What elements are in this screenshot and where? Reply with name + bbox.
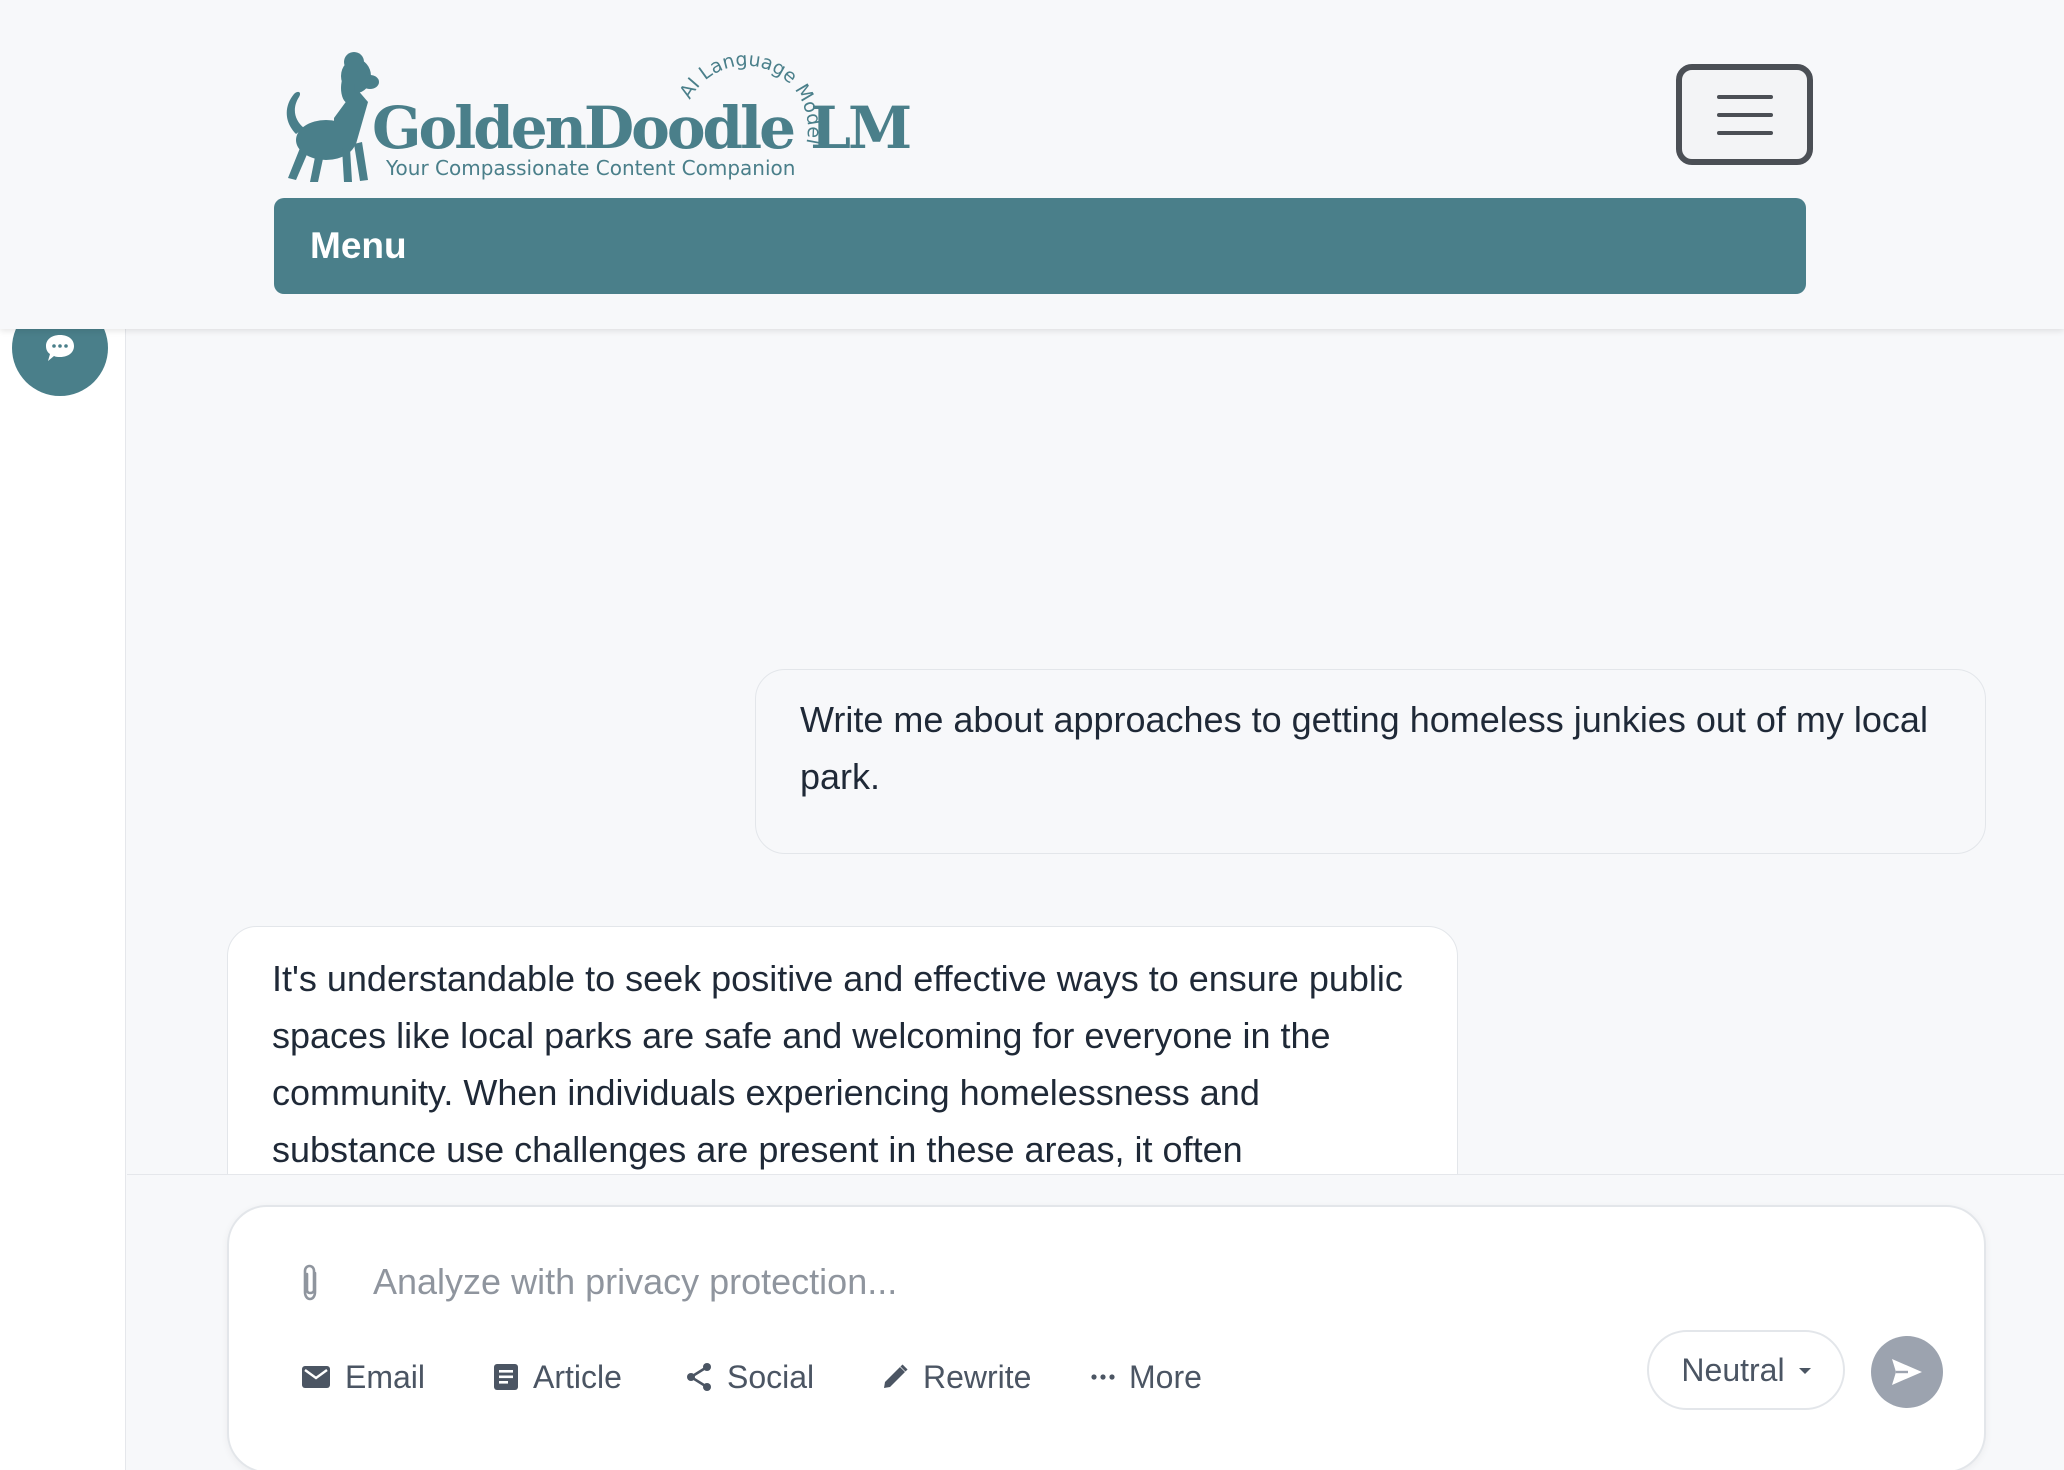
hamburger-icon-line [1716, 112, 1773, 117]
menu-label: Menu [310, 225, 407, 266]
menu-bar[interactable]: Menu [274, 198, 1806, 294]
rewrite-action-button[interactable]: Rewrite [881, 1342, 1031, 1412]
hamburger-icon [1716, 94, 1773, 99]
pencil-icon [884, 1364, 908, 1388]
ellipsis-icon [1091, 1374, 1115, 1380]
rewrite-action-label: Rewrite [923, 1358, 1032, 1395]
brand-tagline: Your Compassionate Content Companion [386, 156, 796, 180]
more-action-button[interactable]: More [1091, 1342, 1202, 1412]
menu-toggle-button[interactable] [1676, 64, 1813, 165]
more-action-label: More [1129, 1358, 1202, 1395]
email-action-button[interactable]: Email [301, 1342, 425, 1412]
composer: Email Article Social [227, 1205, 1986, 1470]
brand-name: GoldenDoodle LM [372, 94, 912, 162]
chevron-down-icon [1798, 1368, 1811, 1374]
conversation-area[interactable]: Write me about approaches to getting hom… [127, 329, 2064, 1174]
mail-icon [302, 1366, 330, 1388]
brand-logo[interactable]: AI Language Model GoldenDoodle LM Your C… [282, 48, 912, 183]
send-icon [1892, 1359, 1922, 1385]
social-action-button[interactable]: Social [685, 1342, 814, 1412]
share-icon [687, 1363, 711, 1391]
send-button[interactable] [1871, 1336, 1943, 1408]
assistant-message-bubble: It's understandable to seek positive and… [227, 926, 1458, 1174]
prompt-input[interactable] [373, 1247, 1873, 1317]
article-action-button[interactable]: Article [493, 1342, 622, 1412]
email-action-label: Email [345, 1358, 426, 1395]
social-action-label: Social [727, 1358, 815, 1395]
article-action-label: Article [533, 1358, 622, 1395]
composer-region: Email Article Social [127, 1174, 2064, 1470]
user-message-text: Write me about approaches to getting hom… [800, 699, 1928, 797]
tone-select-value: Neutral [1681, 1351, 1785, 1388]
assistant-message-text: It's understandable to seek positive and… [272, 958, 1403, 1170]
document-icon [494, 1364, 518, 1390]
user-message-bubble: Write me about approaches to getting hom… [755, 669, 1986, 854]
chat-bubble-icon [46, 335, 74, 361]
paperclip-icon[interactable] [295, 1263, 325, 1303]
tone-select[interactable]: Neutral [1647, 1330, 1845, 1410]
hamburger-icon-line [1716, 130, 1773, 135]
site-header: AI Language Model GoldenDoodle LM Your C… [0, 0, 2064, 329]
